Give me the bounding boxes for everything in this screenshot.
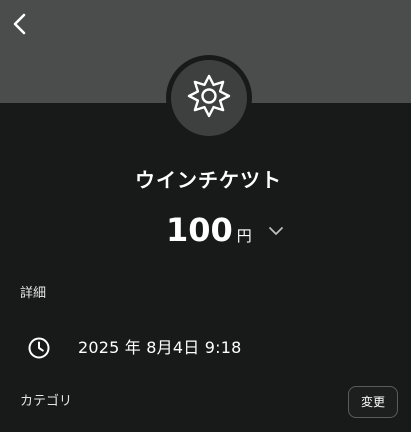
chevron-left-icon [10, 13, 30, 35]
amount-dropdown-button[interactable] [264, 220, 288, 240]
date-text: 2025 年 8月4日 9:18 [78, 338, 242, 357]
change-category-button[interactable]: 変更 [348, 386, 398, 418]
clock-icon [27, 336, 51, 360]
back-button[interactable] [2, 6, 38, 42]
transaction-detail-screen: ウインチケツト 100 円 詳細 2025 年 8月4日 9:18 カテゴリ 変… [0, 0, 411, 432]
currency-unit: 円 [236, 227, 252, 245]
transaction-title: ウインチケツト [135, 168, 282, 192]
amount-value: 100 [166, 211, 233, 249]
sun-gear-icon [187, 74, 231, 122]
amount-row: 100 円 [166, 208, 252, 252]
category-section-label: カテゴリ [20, 394, 73, 409]
date-row[interactable]: 2025 年 8月4日 9:18 [27, 335, 241, 361]
category-icon-badge [171, 60, 247, 136]
details-section-label: 詳細 [20, 286, 47, 301]
chevron-down-icon [268, 221, 284, 240]
